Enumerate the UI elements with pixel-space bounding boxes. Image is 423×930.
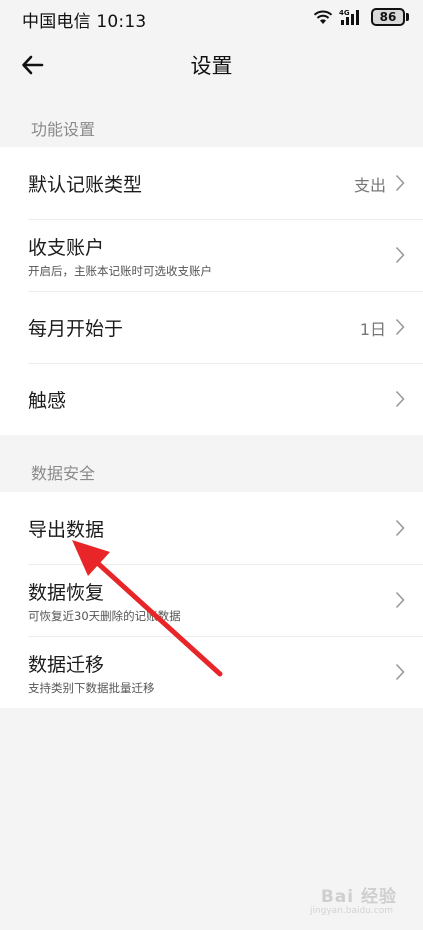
- battery-level: 86: [379, 10, 397, 24]
- chevron-right-icon: [395, 591, 405, 609]
- carrier-time: 中国电信 10:13: [22, 12, 147, 32]
- row-data-migration[interactable]: 数据迁移 支持类别下数据批量迁移: [0, 636, 423, 708]
- chevron-right-icon: [395, 174, 405, 192]
- row-default-type[interactable]: 默认记账类型 支出: [0, 147, 423, 219]
- row-haptics[interactable]: 触感: [0, 363, 423, 435]
- row-title: 默认记账类型: [28, 174, 143, 196]
- row-subtitle: 可恢复近30天删除的记账数据: [28, 609, 181, 623]
- row-month-start[interactable]: 每月开始于 1日: [0, 291, 423, 363]
- row-export-data[interactable]: 导出数据: [0, 492, 423, 564]
- section-header-data-security: 数据安全: [31, 464, 96, 483]
- row-value: 1日: [359, 320, 386, 339]
- chevron-right-icon: [395, 663, 405, 681]
- row-title: 数据恢复: [28, 582, 105, 604]
- row-title: 收支账户: [28, 237, 105, 259]
- row-subtitle: 支持类别下数据批量迁移: [28, 681, 155, 695]
- row-title: 导出数据: [28, 519, 105, 541]
- chevron-right-icon: [395, 246, 405, 264]
- battery-icon: 86: [371, 8, 405, 26]
- chevron-right-icon: [395, 318, 405, 336]
- watermark-url: jingyan.baidu.com: [309, 906, 393, 916]
- network-label: 4G: [339, 9, 350, 17]
- row-subtitle: 开启后，主账本记账时可选收支账户: [28, 264, 212, 278]
- row-title: 触感: [28, 390, 67, 412]
- row-title: 每月开始于: [28, 318, 124, 340]
- data-security-group: 导出数据 数据恢复 可恢复近30天删除的记账数据 数据迁移 支持类别下数据批量迁…: [0, 492, 423, 708]
- row-data-recovery[interactable]: 数据恢复 可恢复近30天删除的记账数据: [0, 564, 423, 636]
- chevron-right-icon: [395, 390, 405, 408]
- status-bar: 中国电信 10:13 4G 86: [0, 0, 423, 36]
- section-header-function: 功能设置: [31, 120, 96, 139]
- chevron-right-icon: [395, 519, 405, 537]
- wifi-icon: [313, 9, 333, 25]
- page-title: 设置: [190, 54, 233, 78]
- watermark-logo: Bai 经验: [320, 887, 397, 907]
- row-accounts[interactable]: 收支账户 开启后，主账本记账时可选收支账户: [0, 219, 423, 291]
- nav-bar: 设置: [0, 36, 423, 94]
- signal-icon: 4G: [339, 8, 365, 26]
- row-title: 数据迁移: [28, 654, 105, 676]
- status-icons: 4G 86: [313, 7, 409, 27]
- function-settings-group: 默认记账类型 支出 收支账户 开启后，主账本记账时可选收支账户 每月开始于 1日…: [0, 147, 423, 435]
- row-value: 支出: [353, 176, 386, 195]
- battery-cap: [406, 13, 409, 21]
